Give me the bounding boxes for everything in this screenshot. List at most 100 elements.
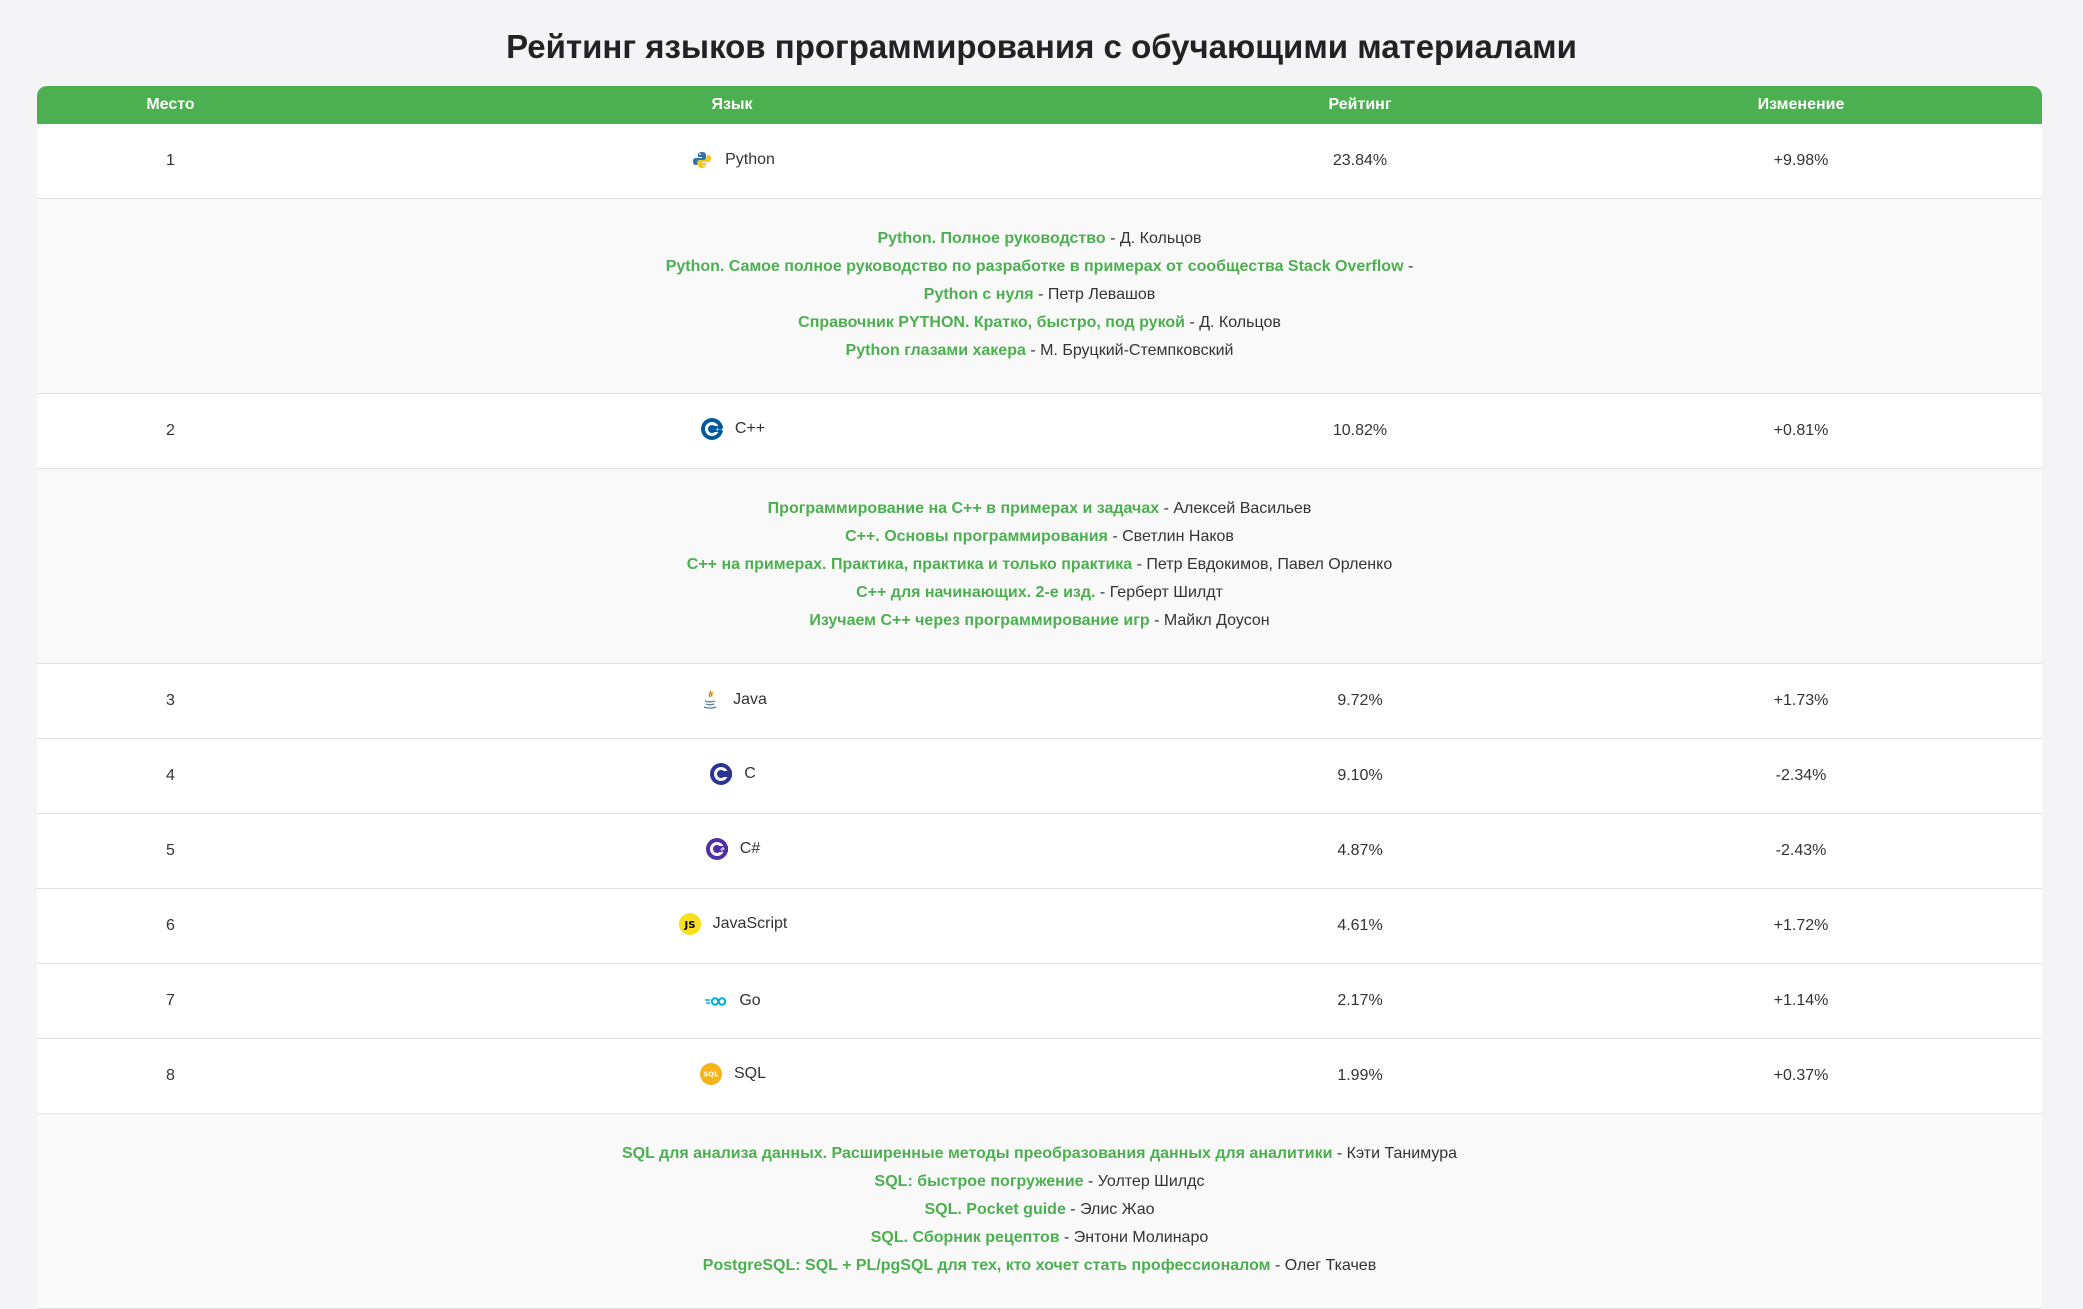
book-link[interactable]: SQL для анализа данных. Расширенные мето… xyxy=(622,1145,1332,1162)
place-cell: 8 xyxy=(166,1067,175,1084)
book-link[interactable]: Изучаем C++ через программирование игр xyxy=(809,612,1149,629)
language-cell: ++ C++ xyxy=(304,416,1160,446)
language-cell: SQL SQL xyxy=(304,1061,1160,1091)
svg-text:#: # xyxy=(720,847,725,854)
book-item: PostgreSQL: SQL + PL/pgSQL для тех, кто … xyxy=(702,1257,1377,1274)
language-cell: Java xyxy=(304,687,1160,716)
book-link[interactable]: Справочник PYTHON. Кратко, быстро, под р… xyxy=(798,314,1185,331)
book-author: Д. Кольцов xyxy=(1119,230,1202,247)
header-language: Язык xyxy=(711,96,753,113)
place-cell: 7 xyxy=(166,992,175,1009)
language-name: SQL xyxy=(733,1065,766,1082)
language-name: Go xyxy=(739,992,761,1009)
book-author: Майкл Доусон xyxy=(1163,612,1270,629)
csharp-icon: # xyxy=(704,836,730,862)
book-item: SQL. Сборник рецептов - Энтони Молинаро xyxy=(870,1229,1209,1246)
cpp-icon: ++ xyxy=(699,416,725,442)
book-link[interactable]: C++. Основы программирования xyxy=(845,528,1108,545)
cpp-books: Программирование на C++ в примерах и зад… xyxy=(37,469,2042,664)
page-title: Рейтинг языков программирования с обучаю… xyxy=(506,28,1577,65)
rating-cell: 9.72% xyxy=(1337,692,1383,709)
book-item: C++. Основы программирования - Светлин Н… xyxy=(845,528,1234,545)
book-item: Python глазами хакера - М. Бруцкий-Стемп… xyxy=(845,342,1234,359)
table-row: 4 C 9.10% -2.34% xyxy=(37,739,2042,814)
language-name: C++ xyxy=(734,420,766,437)
language-cell: Python xyxy=(304,147,1160,175)
svg-text:++: ++ xyxy=(715,427,724,434)
svg-text:JS: JS xyxy=(683,920,695,931)
book-link[interactable]: C++ для начинающих. 2-е изд. xyxy=(856,584,1095,601)
table-row: 3 Java 9.72% +1.73% xyxy=(37,664,2042,739)
c-icon xyxy=(708,761,734,787)
table-row: 7 Go 2.17% +1.14% xyxy=(37,964,2042,1039)
book-item: Python с нуля - Петр Левашов xyxy=(923,286,1156,303)
book-author: Светлин Наков xyxy=(1122,528,1234,545)
rating-cell: 4.87% xyxy=(1337,842,1383,859)
book-item: Python. Самое полное руководство по разр… xyxy=(665,258,1414,275)
rating-cell: 23.84% xyxy=(1332,152,1388,169)
rating-cell: 9.10% xyxy=(1337,767,1383,784)
book-author: Олег Ткачев xyxy=(1284,1257,1377,1274)
book-author: Уолтер Шилдс xyxy=(1097,1173,1205,1190)
book-link[interactable]: SQL. Сборник рецептов xyxy=(871,1229,1060,1246)
python-books: Python. Полное руководство - Д. Кольцов … xyxy=(37,199,2042,394)
book-item: Программирование на C++ в примерах и зад… xyxy=(767,500,1312,517)
language-cell: # C# xyxy=(304,836,1160,866)
place-cell: 5 xyxy=(166,842,175,859)
rating-cell: 10.82% xyxy=(1332,422,1388,439)
java-icon xyxy=(697,687,723,713)
language-cell: C xyxy=(304,761,1160,791)
book-author: Кэти Танимура xyxy=(1346,1145,1457,1162)
table-header: Место Язык Рейтинг Изменение xyxy=(37,86,2042,124)
language-name: Python xyxy=(725,151,775,168)
book-link[interactable]: SQL. Pocket guide xyxy=(924,1201,1065,1218)
book-link[interactable]: PostgreSQL: SQL + PL/pgSQL для тех, кто … xyxy=(703,1257,1271,1274)
book-item: SQL: быстрое погружение - Уолтер Шилдс xyxy=(874,1173,1205,1190)
place-cell: 4 xyxy=(166,767,175,784)
book-link[interactable]: Python с нуля xyxy=(924,286,1034,303)
table-row: 8 SQL SQL 1.99% +0.37% xyxy=(37,1039,2042,1114)
change-cell: +0.81% xyxy=(1773,422,1829,439)
change-cell: +9.98% xyxy=(1773,152,1829,169)
sql-icon: SQL xyxy=(698,1061,724,1087)
language-name: JavaScript xyxy=(712,915,788,932)
book-author: М. Бруцкий-Стемпковский xyxy=(1040,342,1234,359)
change-cell: +0.37% xyxy=(1773,1067,1829,1084)
language-name: C# xyxy=(739,840,761,857)
rating-cell: 1.99% xyxy=(1337,1067,1383,1084)
book-link[interactable]: Python. Полное руководство xyxy=(877,230,1105,247)
book-link[interactable]: Python глазами хакера xyxy=(846,342,1026,359)
book-item: Python. Полное руководство - Д. Кольцов xyxy=(877,230,1202,247)
table-row: 5 # C# 4.87% -2.43% xyxy=(37,814,2042,889)
book-item: C++ на примерах. Практика, практика и то… xyxy=(686,556,1393,573)
book-author: Энтони Молинаро xyxy=(1073,1229,1209,1246)
book-link[interactable]: Программирование на C++ в примерах и зад… xyxy=(768,500,1159,517)
place-cell: 3 xyxy=(166,692,175,709)
header-change: Изменение xyxy=(1757,96,1845,113)
language-cell: JS JavaScript xyxy=(304,911,1160,941)
python-icon xyxy=(689,147,715,173)
book-author: Петр Левашов xyxy=(1047,286,1156,303)
javascript-icon: JS xyxy=(677,911,703,937)
book-author: Петр Евдокимов, Павел Орленко xyxy=(1146,556,1393,573)
book-link[interactable]: Python. Самое полное руководство по разр… xyxy=(666,258,1404,275)
book-link[interactable]: SQL: быстрое погружение xyxy=(875,1173,1084,1190)
book-author: Элис Жао xyxy=(1080,1201,1155,1218)
table-row: 6 JS JavaScript 4.61% +1.72% xyxy=(37,889,2042,964)
ranking-table: Место Язык Рейтинг Изменение 1 Python 23… xyxy=(37,86,2042,1309)
book-author: Д. Кольцов xyxy=(1199,314,1281,331)
book-item: C++ для начинающих. 2-е изд. - Герберт Ш… xyxy=(856,584,1223,601)
language-name: C xyxy=(744,765,756,782)
book-link[interactable]: C++ на примерах. Практика, практика и то… xyxy=(687,556,1132,573)
change-cell: +1.72% xyxy=(1773,917,1829,934)
place-cell: 6 xyxy=(166,917,175,934)
place-cell: 2 xyxy=(166,422,175,439)
book-item: SQL для анализа данных. Расширенные мето… xyxy=(622,1145,1457,1162)
language-name: Java xyxy=(733,690,767,708)
book-item: SQL. Pocket guide - Элис Жао xyxy=(924,1201,1155,1218)
book-item: Изучаем C++ через программирование игр -… xyxy=(809,612,1270,629)
table-row: 2 ++ C++ 10.82% +0.81% xyxy=(37,394,2042,469)
rating-cell: 4.61% xyxy=(1337,917,1383,934)
table-row: 1 Python 23.84% +9.98% xyxy=(37,124,2042,199)
change-cell: +1.73% xyxy=(1773,692,1829,709)
